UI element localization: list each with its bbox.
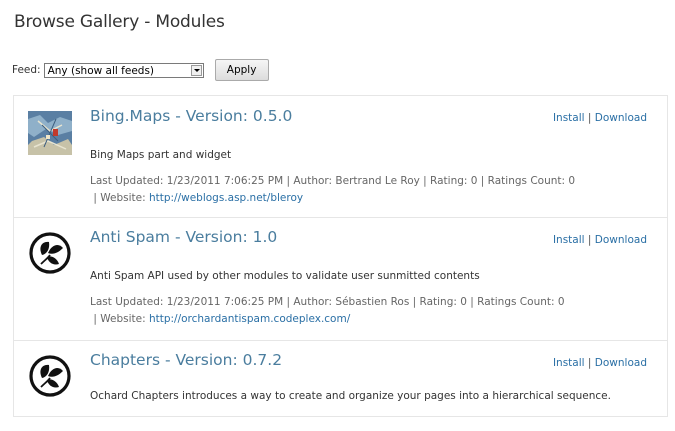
feed-label: Feed:	[12, 64, 41, 76]
download-link[interactable]: Download	[595, 112, 647, 124]
module-item-bing-maps: Bing.Maps - Version: 0.5.0 Install | Dow…	[14, 96, 667, 218]
action-separator: |	[587, 357, 592, 369]
module-meta: Last Updated: 1/23/2011 7:06:25 PM | Aut…	[90, 294, 565, 328]
module-description: Bing Maps part and widget	[90, 149, 232, 161]
website-prefix: | Website:	[90, 192, 149, 204]
page-title: Browse Gallery - Modules	[14, 12, 225, 32]
action-separator: |	[587, 234, 592, 246]
module-item-anti-spam: Anti Spam - Version: 1.0 Install | Downl…	[14, 218, 667, 341]
module-title[interactable]: Chapters - Version: 0.7.2	[90, 351, 282, 369]
module-title[interactable]: Bing.Maps - Version: 0.5.0	[90, 107, 292, 125]
install-link[interactable]: Install	[553, 357, 585, 369]
module-meta-line: Last Updated: 1/23/2011 7:06:25 PM | Aut…	[90, 175, 576, 187]
module-actions: Install | Download	[553, 112, 647, 124]
website-link[interactable]: http://orchardantispam.codeplex.com/	[149, 313, 350, 325]
map-thumbnail-icon	[28, 111, 72, 155]
download-link[interactable]: Download	[595, 234, 647, 246]
module-website-line: | Website: http://weblogs.asp.net/bleroy	[90, 190, 575, 207]
chevron-down-icon[interactable]	[190, 64, 202, 76]
module-meta-line: Last Updated: 1/23/2011 7:06:25 PM | Aut…	[90, 296, 565, 308]
module-actions: Install | Download	[553, 234, 647, 246]
install-link[interactable]: Install	[553, 234, 585, 246]
module-meta: Last Updated: 1/23/2011 7:06:25 PM | Aut…	[90, 173, 575, 207]
module-website-line: | Website: http://orchardantispam.codepl…	[90, 311, 565, 328]
orchard-logo-icon	[29, 232, 71, 274]
module-description: Ochard Chapters introduces a way to crea…	[90, 390, 611, 402]
download-link[interactable]: Download	[595, 357, 647, 369]
module-description: Anti Spam API used by other modules to v…	[90, 270, 480, 282]
install-link[interactable]: Install	[553, 112, 585, 124]
module-list: Bing.Maps - Version: 0.5.0 Install | Dow…	[13, 95, 668, 417]
feed-select-value: Any (show all feeds)	[47, 64, 155, 77]
orchard-logo-icon	[29, 355, 71, 397]
module-actions: Install | Download	[553, 357, 647, 369]
website-prefix: | Website:	[90, 313, 149, 325]
module-item-chapters: Chapters - Version: 0.7.2 Install | Down…	[14, 341, 667, 431]
apply-button[interactable]: Apply	[214, 59, 269, 81]
website-link[interactable]: http://weblogs.asp.net/bleroy	[149, 192, 303, 204]
module-title[interactable]: Anti Spam - Version: 1.0	[90, 228, 277, 246]
action-separator: |	[587, 112, 592, 124]
feed-select[interactable]: Any (show all feeds)	[43, 62, 204, 78]
feed-filter-bar: Feed: Any (show all feeds) Apply	[12, 59, 269, 81]
